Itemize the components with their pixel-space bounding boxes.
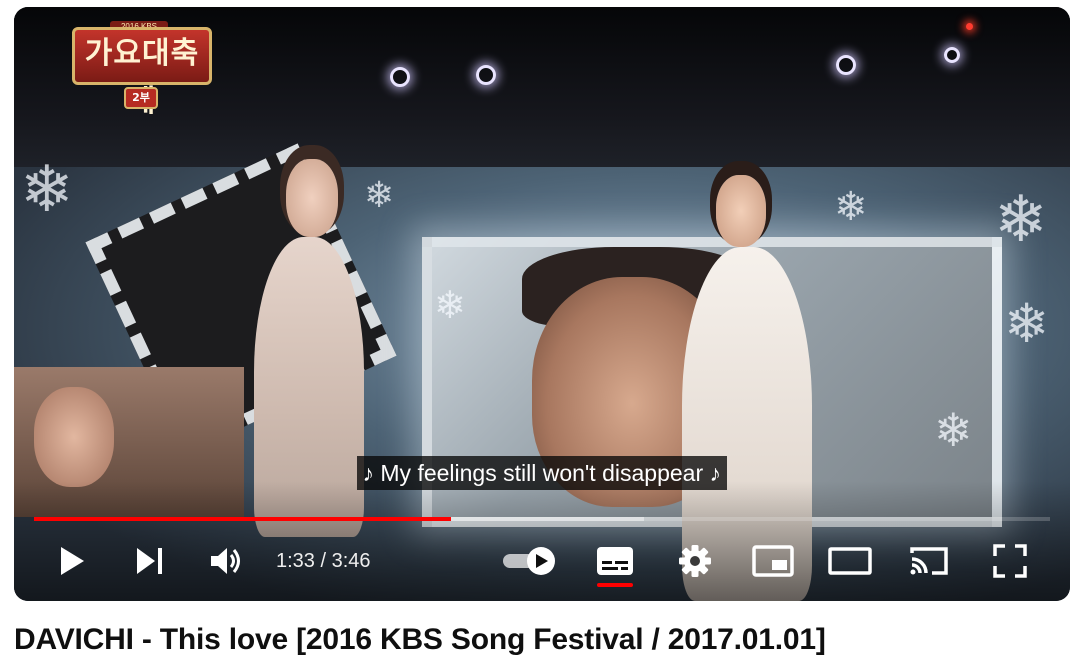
volume-button[interactable] <box>206 539 246 583</box>
broadcast-logo-part: 2부 <box>124 87 158 109</box>
theater-mode-button[interactable] <box>826 539 874 583</box>
gear-icon <box>678 544 712 578</box>
fullscreen-button[interactable] <box>990 539 1030 583</box>
play-button[interactable] <box>52 539 92 583</box>
snowflake-decoration: ❄ <box>434 285 466 327</box>
next-button[interactable] <box>130 539 170 583</box>
snowflake-decoration: ❄ <box>994 183 1048 255</box>
progress-played <box>34 517 451 521</box>
settings-button[interactable] <box>674 539 716 583</box>
autoplay-toggle[interactable] <box>500 539 560 583</box>
broadcast-logo: 가요대축제 <box>72 27 212 119</box>
subtitles-active-indicator <box>597 583 633 587</box>
video-player[interactable]: ❄ ❄ ❄ ❄ ❄ ❄ ❄ 2016 KBS 가요대축제 2부 ♪ My fee… <box>14 7 1070 601</box>
subtitles-icon <box>596 546 634 576</box>
singer-right-head <box>716 175 766 247</box>
time-display: 1:33 / 3:46 <box>276 550 371 572</box>
stage-light <box>944 47 960 63</box>
volume-icon <box>209 546 243 576</box>
snowflake-decoration: ❄ <box>934 404 973 456</box>
play-icon <box>58 546 86 576</box>
snowflake-decoration: ❄ <box>364 174 395 215</box>
stage-light <box>390 67 410 87</box>
stage-light <box>476 65 496 85</box>
cast-icon <box>908 545 950 577</box>
next-icon <box>135 547 165 575</box>
cast-button[interactable] <box>906 539 952 583</box>
miniplayer-icon <box>752 545 794 577</box>
miniplayer-button[interactable] <box>750 539 796 583</box>
snowflake-decoration: ❄ <box>834 185 868 229</box>
video-title: DAVICHI - This love [2016 KBS Song Festi… <box>14 623 826 656</box>
snowflake-decoration: ❄ <box>1004 294 1050 354</box>
subtitle-caption: ♪ My feelings still won't disappear ♪ <box>356 456 727 490</box>
fullscreen-icon <box>993 544 1027 578</box>
stage-light-red <box>966 23 973 30</box>
progress-bar[interactable] <box>34 517 1050 521</box>
singer-left-head <box>286 159 338 237</box>
snowflake-decoration: ❄ <box>20 153 74 225</box>
autoplay-toggle-icon <box>501 546 559 576</box>
video-frame[interactable]: ❄ ❄ ❄ ❄ ❄ ❄ ❄ 2016 KBS 가요대축제 2부 <box>14 7 1070 601</box>
theater-mode-icon <box>828 547 872 575</box>
subtitles-button[interactable] <box>594 539 636 583</box>
stage-light <box>836 55 856 75</box>
